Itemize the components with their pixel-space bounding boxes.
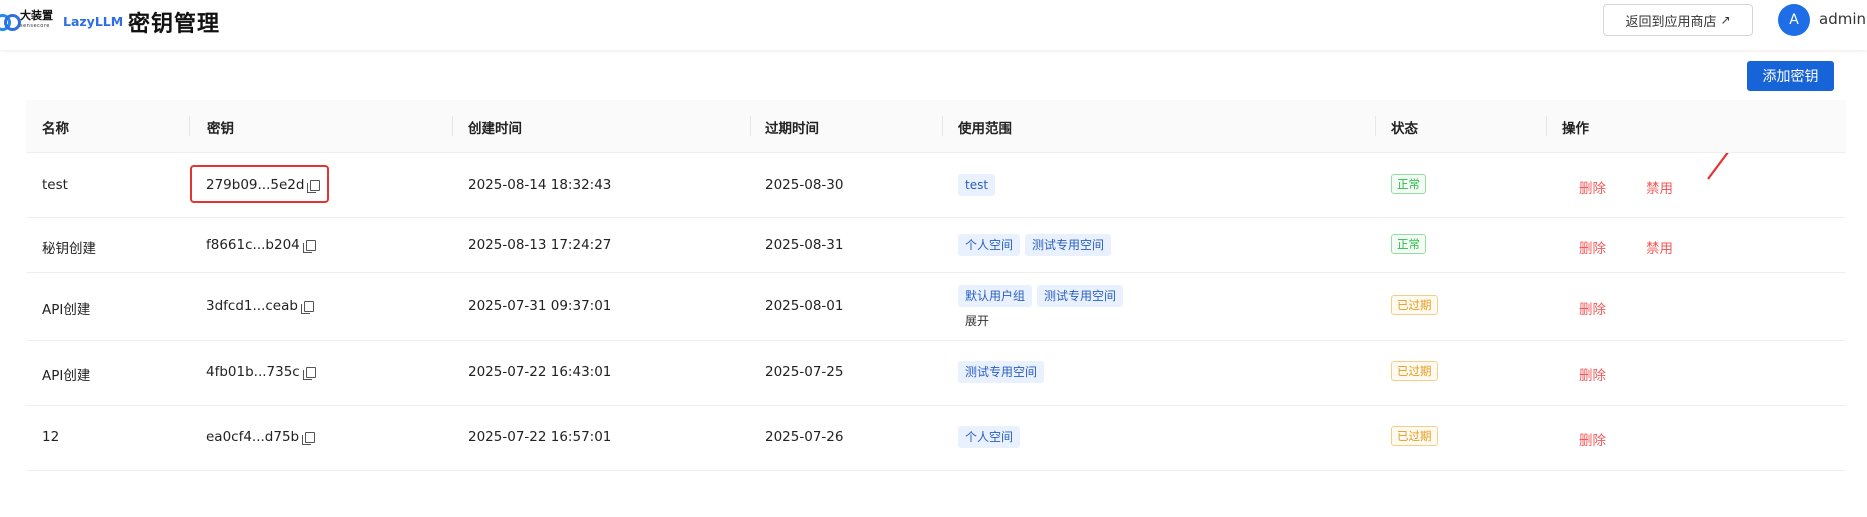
row-status: 已过期 bbox=[1391, 295, 1438, 315]
row-key: 279b09...5e2d bbox=[206, 177, 321, 193]
avatar[interactable]: A bbox=[1778, 4, 1810, 36]
status-badge: 正常 bbox=[1391, 234, 1426, 254]
row-scopes: 默认用户组 测试专用空间 bbox=[958, 285, 1128, 307]
username[interactable]: admin bbox=[1819, 10, 1866, 28]
brand-logo: 大装置 sensecore LazyLLM bbox=[0, 10, 123, 32]
row-created: 2025-08-13 17:24:27 bbox=[468, 237, 612, 253]
copy-icon[interactable] bbox=[307, 179, 321, 193]
row-key: 4fb01b...735c bbox=[206, 364, 316, 380]
row-expires: 2025-07-26 bbox=[765, 429, 844, 445]
scope-tag: 默认用户组 bbox=[958, 285, 1033, 307]
row-status: 正常 bbox=[1391, 174, 1426, 194]
delete-button[interactable]: 删除 bbox=[1579, 237, 1606, 257]
scope-tag: test bbox=[958, 174, 996, 196]
row-name: API创建 bbox=[42, 302, 91, 318]
row-key-text: ea0cf4...d75b bbox=[206, 429, 300, 445]
column-header-name: 名称 bbox=[42, 121, 69, 137]
row-scopes: 个人空间 bbox=[958, 426, 1025, 448]
column-header-key: 密钥 bbox=[207, 121, 234, 137]
row-created: 2025-07-22 16:43:01 bbox=[468, 364, 612, 380]
table-row: 秘钥创建 f8661c...b204 2025-08-13 17:24:27 2… bbox=[26, 218, 1846, 273]
row-key-text: f8661c...b204 bbox=[206, 237, 300, 253]
column-header-created: 创建时间 bbox=[468, 121, 522, 137]
logo-mark-icon bbox=[0, 13, 21, 31]
table-row: API创建 4fb01b...735c 2025-07-22 16:43:01 … bbox=[26, 341, 1846, 406]
scope-tag: 个人空间 bbox=[958, 234, 1021, 256]
back-to-store-label: 返回到应用商店 bbox=[1625, 14, 1717, 30]
scope-tag: 个人空间 bbox=[958, 426, 1021, 448]
delete-button[interactable]: 删除 bbox=[1579, 298, 1606, 318]
api-keys-table: 名称 密钥 创建时间 过期时间 使用范围 状态 操作 test 279b09..… bbox=[26, 100, 1846, 471]
status-badge: 已过期 bbox=[1391, 295, 1438, 315]
row-expires: 2025-07-25 bbox=[765, 364, 844, 380]
column-header-scope: 使用范围 bbox=[958, 121, 1012, 137]
status-badge: 已过期 bbox=[1391, 426, 1438, 446]
add-key-button[interactable]: 添加密钥 bbox=[1747, 61, 1834, 91]
logo-text-sub: sensecore bbox=[20, 23, 50, 29]
row-status: 正常 bbox=[1391, 234, 1426, 254]
column-header-actions: 操作 bbox=[1562, 121, 1589, 137]
disable-button[interactable]: 禁用 bbox=[1646, 237, 1673, 257]
row-key: f8661c...b204 bbox=[206, 237, 316, 253]
row-created: 2025-07-22 16:57:01 bbox=[468, 429, 612, 445]
column-header-status: 状态 bbox=[1391, 121, 1418, 137]
row-expires: 2025-08-01 bbox=[765, 298, 844, 314]
top-header: 大装置 sensecore LazyLLM 密钥管理 返回到应用商店 ↗ A a… bbox=[0, 0, 1867, 50]
delete-button[interactable]: 删除 bbox=[1579, 429, 1606, 449]
back-to-store-button[interactable]: 返回到应用商店 ↗ bbox=[1603, 4, 1753, 36]
copy-icon[interactable] bbox=[302, 366, 316, 380]
row-created: 2025-08-14 18:32:43 bbox=[468, 177, 612, 193]
expand-link[interactable]: 展开 bbox=[958, 309, 996, 332]
delete-button[interactable]: 删除 bbox=[1579, 177, 1606, 197]
row-name: test bbox=[42, 177, 68, 193]
scope-tag: 测试专用空间 bbox=[1037, 285, 1124, 307]
table-row: API创建 3dfcd1...ceab 2025-07-31 09:37:01 … bbox=[26, 273, 1846, 341]
row-created: 2025-07-31 09:37:01 bbox=[468, 298, 612, 314]
row-status: 已过期 bbox=[1391, 426, 1438, 446]
row-scopes: test bbox=[958, 174, 1000, 196]
copy-icon[interactable] bbox=[302, 239, 316, 253]
row-status: 已过期 bbox=[1391, 361, 1438, 381]
copy-icon[interactable] bbox=[300, 300, 314, 314]
row-key-text: 4fb01b...735c bbox=[206, 364, 300, 380]
status-badge: 正常 bbox=[1391, 174, 1426, 194]
table-header: 名称 密钥 创建时间 过期时间 使用范围 状态 操作 bbox=[26, 100, 1846, 153]
copy-icon[interactable] bbox=[302, 431, 316, 445]
scope-tag: 测试专用空间 bbox=[1025, 234, 1112, 256]
row-key-text: 3dfcd1...ceab bbox=[206, 298, 298, 314]
row-name: API创建 bbox=[42, 368, 91, 384]
row-key: ea0cf4...d75b bbox=[206, 429, 316, 445]
row-scopes: 测试专用空间 bbox=[958, 361, 1049, 383]
column-header-expires: 过期时间 bbox=[765, 121, 819, 137]
table-row: test 279b09...5e2d 2025-08-14 18:32:43 2… bbox=[26, 153, 1846, 218]
external-link-icon: ↗ bbox=[1720, 13, 1731, 27]
disable-button[interactable]: 禁用 bbox=[1646, 177, 1673, 197]
table-row: 12 ea0cf4...d75b 2025-07-22 16:57:01 202… bbox=[26, 406, 1846, 471]
row-expires: 2025-08-31 bbox=[765, 237, 844, 253]
row-expires: 2025-08-30 bbox=[765, 177, 844, 193]
row-key: 3dfcd1...ceab bbox=[206, 298, 314, 314]
scope-tag: 测试专用空间 bbox=[958, 361, 1045, 383]
row-name: 12 bbox=[42, 429, 60, 445]
page-title: 密钥管理 bbox=[128, 12, 221, 37]
delete-button[interactable]: 删除 bbox=[1579, 364, 1606, 384]
status-badge: 已过期 bbox=[1391, 361, 1438, 381]
row-key-text: 279b09...5e2d bbox=[206, 177, 305, 193]
logo-text-en: LazyLLM bbox=[63, 13, 124, 29]
row-name: 秘钥创建 bbox=[42, 241, 96, 257]
row-scopes: 个人空间 测试专用空间 bbox=[958, 234, 1116, 256]
